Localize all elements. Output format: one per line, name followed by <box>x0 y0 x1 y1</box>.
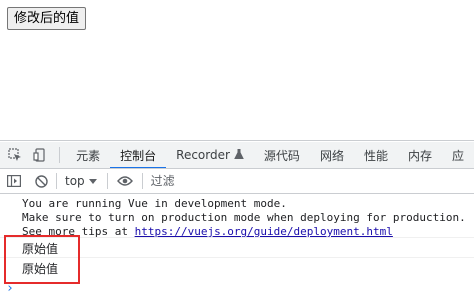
toolbar-divider <box>56 173 57 189</box>
inspect-element-icon[interactable] <box>2 142 28 168</box>
console-prompt-icon[interactable]: › <box>6 281 14 296</box>
tab-sources[interactable]: 源代码 <box>254 142 310 168</box>
tab-elements[interactable]: 元素 <box>66 142 110 168</box>
tab-label: 应 <box>451 148 464 163</box>
tab-label: 网络 <box>319 148 344 163</box>
log-text: 原始值 <box>22 242 59 256</box>
log-text: 原始值 <box>22 262 59 276</box>
tab-network[interactable]: 网络 <box>310 142 354 168</box>
tab-console[interactable]: 控制台 <box>110 142 167 168</box>
tab-label: Recorder <box>176 148 230 162</box>
tab-label: 性能 <box>363 148 388 163</box>
dropdown-arrow-icon <box>88 174 97 188</box>
modified-value-button[interactable]: 修改后的值 <box>7 7 87 30</box>
devtools-tabbar: 元素 控制台 Recorder 源代码 网络 性能 内存 应 <box>0 142 474 169</box>
console-message-line: Make sure to turn on production mode whe… <box>22 211 466 224</box>
tab-label: 元素 <box>76 148 101 163</box>
console-log-row: 原始值 <box>0 257 474 277</box>
device-toolbar-icon[interactable] <box>28 142 54 168</box>
clear-console-icon[interactable] <box>28 169 54 193</box>
context-value: top <box>65 174 85 188</box>
console-log-row: 原始值 <box>0 237 474 257</box>
toolbar-divider <box>59 147 61 163</box>
tab-label: 内存 <box>407 148 432 163</box>
tab-recorder[interactable]: Recorder <box>166 142 254 168</box>
toolbar-divider <box>141 173 143 189</box>
toolbar-divider <box>106 173 108 189</box>
vue-dev-mode-message: You are running Vue in development mode.… <box>22 197 470 239</box>
context-selector[interactable]: top <box>59 174 103 188</box>
sidebar-toggle-icon[interactable] <box>0 169 28 193</box>
tab-label: 源代码 <box>263 148 300 163</box>
console-message-line: You are running Vue in development mode. <box>22 197 287 210</box>
tab-performance[interactable]: 性能 <box>354 142 398 168</box>
console-toolbar: top <box>0 169 474 194</box>
tab-application[interactable]: 应 <box>442 142 474 168</box>
console-filter-input[interactable] <box>146 171 395 191</box>
flask-icon <box>234 148 244 162</box>
tab-label: 控制台 <box>120 148 157 163</box>
page-area: 修改后的值 <box>0 0 474 140</box>
tab-memory[interactable]: 内存 <box>398 142 442 168</box>
live-expression-eye-icon[interactable] <box>112 169 138 193</box>
